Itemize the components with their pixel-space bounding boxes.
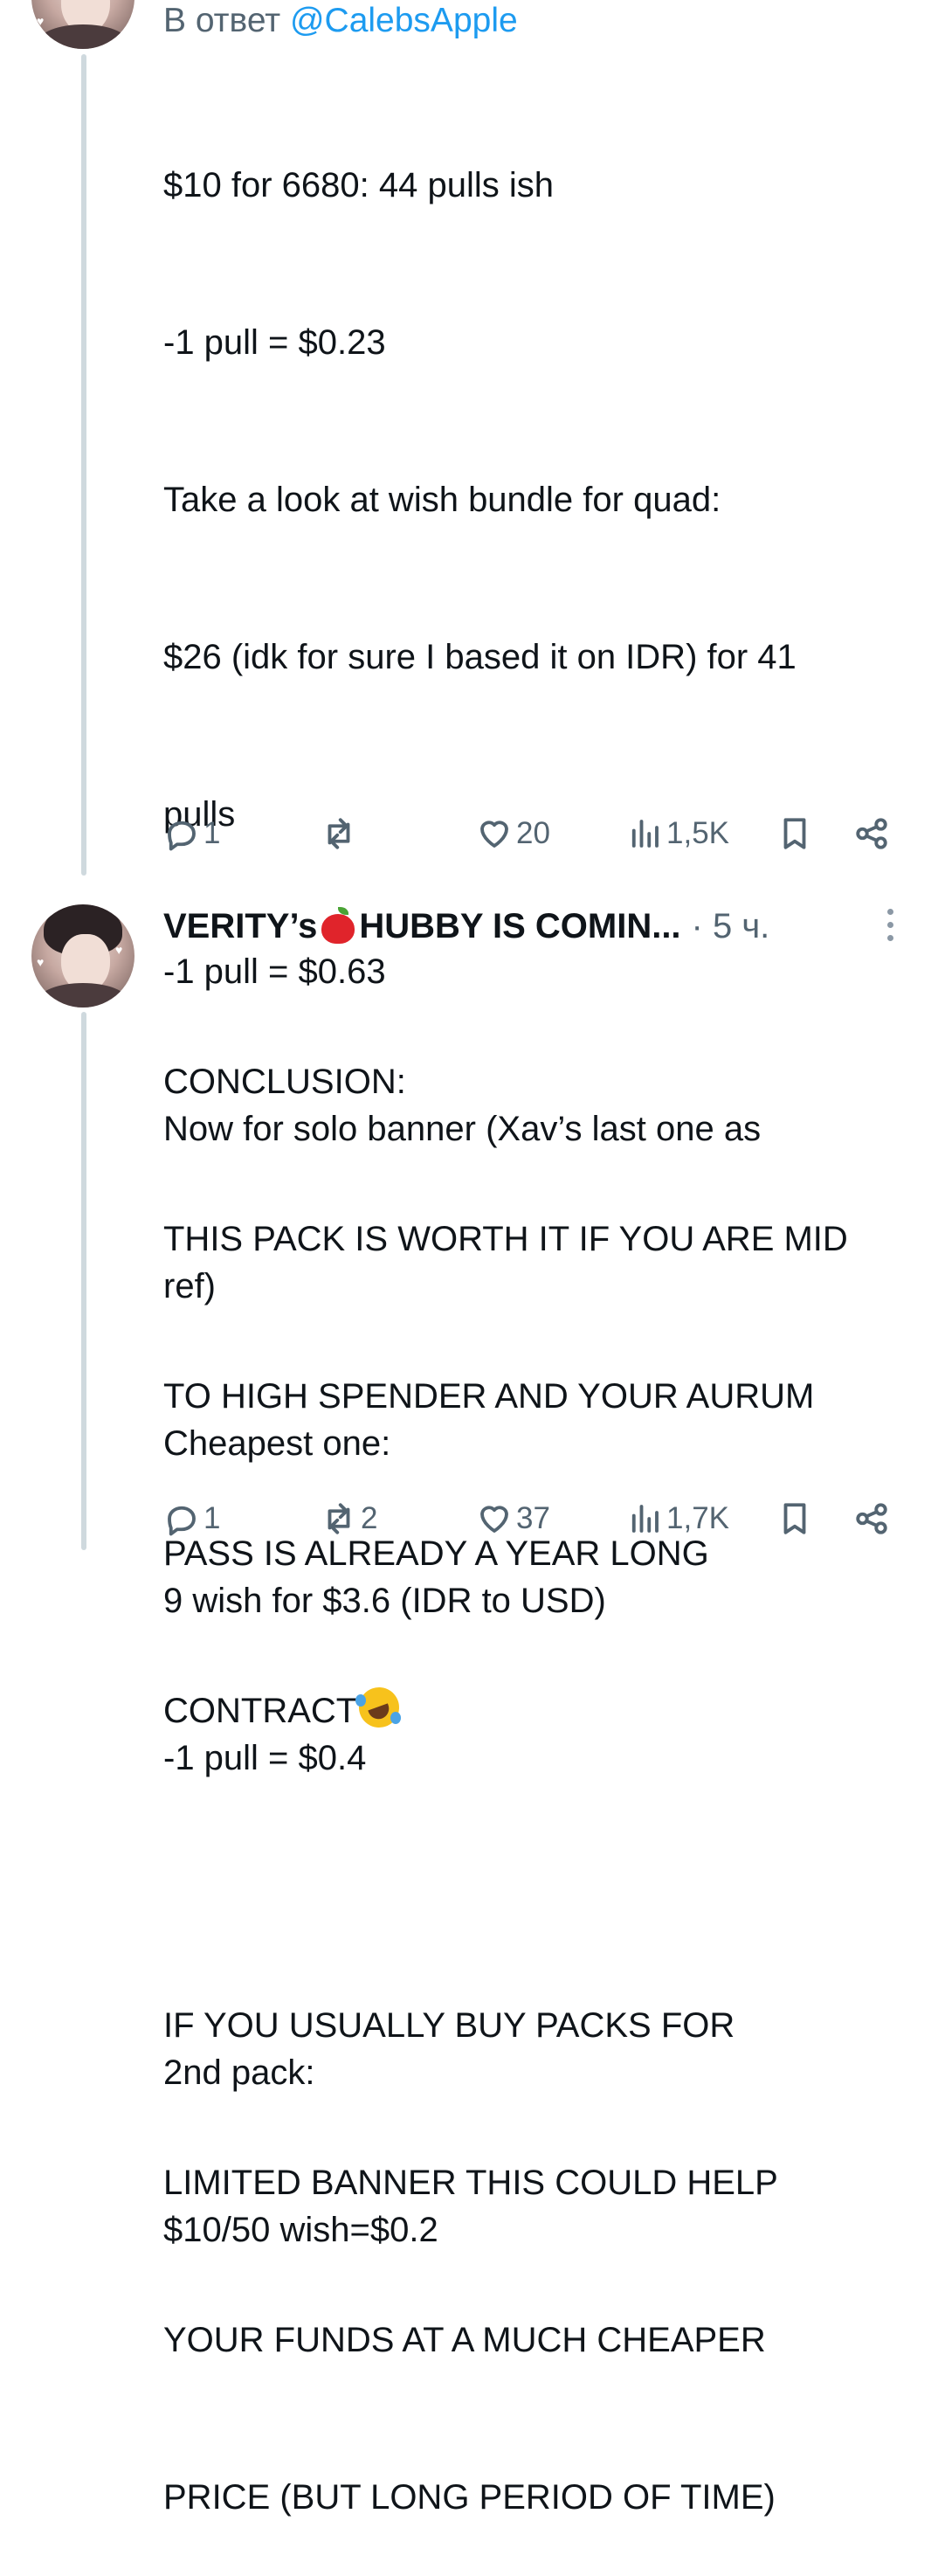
reply-button[interactable]: 1 <box>163 1492 220 1545</box>
tweet-line: CONCLUSION: <box>163 1063 406 1101</box>
author-name[interactable]: VERITY’s <box>163 907 317 946</box>
tweet-line-text: CONTRACT <box>163 1692 358 1730</box>
like-count: 20 <box>516 816 550 850</box>
tweet-line: $26 (idk for sure I based it on IDR) for… <box>163 638 797 676</box>
avatar[interactable]: ♥ ♥ <box>31 904 134 1008</box>
author-name-suffix[interactable]: HUBBY IS COMIN... <box>359 907 680 946</box>
thread-line-bottom <box>81 1012 86 1550</box>
views-count: 1,5K <box>666 816 729 850</box>
retweet-button[interactable]: 2 <box>321 1492 377 1545</box>
views-button[interactable]: 1,5K <box>626 807 729 860</box>
heart-icon: ♥ <box>37 14 45 28</box>
reply-prefix: В ответ <box>163 2 281 39</box>
reply-count: 1 <box>203 816 221 850</box>
heart-icon <box>480 821 508 848</box>
like-button[interactable]: 20 <box>476 807 550 860</box>
like-count: 37 <box>516 1501 550 1535</box>
views-icon <box>631 820 659 848</box>
share-button[interactable] <box>853 807 890 860</box>
tweet-line <box>163 1842 848 1894</box>
tweet-line: CONTRACT <box>163 1681 848 1737</box>
tweet-header: VERITY’s HUBBY IS COMIN... · 5 ч. <box>163 900 769 952</box>
timestamp[interactable]: · 5 ч. <box>692 907 770 946</box>
views-count: 1,7K <box>666 1501 729 1535</box>
retweet-button[interactable] <box>321 807 361 860</box>
tweet-actions: 1 2 37 1,7K <box>163 1492 897 1545</box>
tweet-line: $10 for 6680: 44 pulls ish <box>163 166 554 204</box>
thread-line-top <box>81 54 86 876</box>
retweet-count: 2 <box>361 1501 378 1535</box>
tweet-line: TO HIGH SPENDER AND YOUR AURUM <box>163 1377 815 1416</box>
tweet-line: -1 pull = $0.23 <box>163 323 386 362</box>
avatar[interactable]: ♥ <box>31 0 134 49</box>
retweet-icon <box>328 1503 350 1534</box>
share-icon <box>856 1503 887 1534</box>
reply-count: 1 <box>203 1501 221 1535</box>
tweet-line: LIMITED BANNER THIS COULD HELP <box>163 2164 778 2202</box>
share-icon <box>856 818 887 849</box>
more-options-icon[interactable] <box>884 909 896 947</box>
tweet-line: IF YOU USUALLY BUY PACKS FOR <box>163 2006 735 2045</box>
reply-button[interactable]: 1 <box>163 807 220 860</box>
reply-icon <box>168 1506 196 1536</box>
views-icon <box>631 1505 659 1533</box>
tweet-line: YOUR FUNDS AT A MUCH CHEAPER <box>163 2321 766 2359</box>
heart-icon <box>480 1506 508 1533</box>
reply-icon <box>168 821 196 851</box>
bookmark-button[interactable] <box>776 807 813 860</box>
heart-icon: ♥ <box>37 955 45 969</box>
tweet-actions: 1 20 1,5K <box>163 807 897 860</box>
bookmark-icon <box>783 818 806 849</box>
reply-handle-link[interactable]: @CalebsApple <box>290 2 518 39</box>
bookmark-icon <box>783 1503 806 1534</box>
share-button[interactable] <box>853 1492 890 1545</box>
reply-context: В ответ @CalebsApple <box>163 2 518 40</box>
tweet-line: Take a look at wish bundle for quad: <box>163 481 721 519</box>
views-button[interactable]: 1,7K <box>626 1492 729 1545</box>
bookmark-button[interactable] <box>776 1492 813 1545</box>
apple-emoji-icon <box>319 907 357 945</box>
tweet-text: CONCLUSION: THIS PACK IS WORTH IT IF YOU… <box>163 951 848 2576</box>
retweet-icon <box>328 818 350 849</box>
rofl-emoji-icon <box>353 1681 405 1734</box>
tweet-line: PRICE (BUT LONG PERIOD OF TIME) <box>163 2478 776 2517</box>
heart-icon: ♥ <box>115 943 123 957</box>
tweet-line: THIS PACK IS WORTH IT IF YOU ARE MID <box>163 1220 848 1258</box>
like-button[interactable]: 37 <box>476 1492 550 1545</box>
